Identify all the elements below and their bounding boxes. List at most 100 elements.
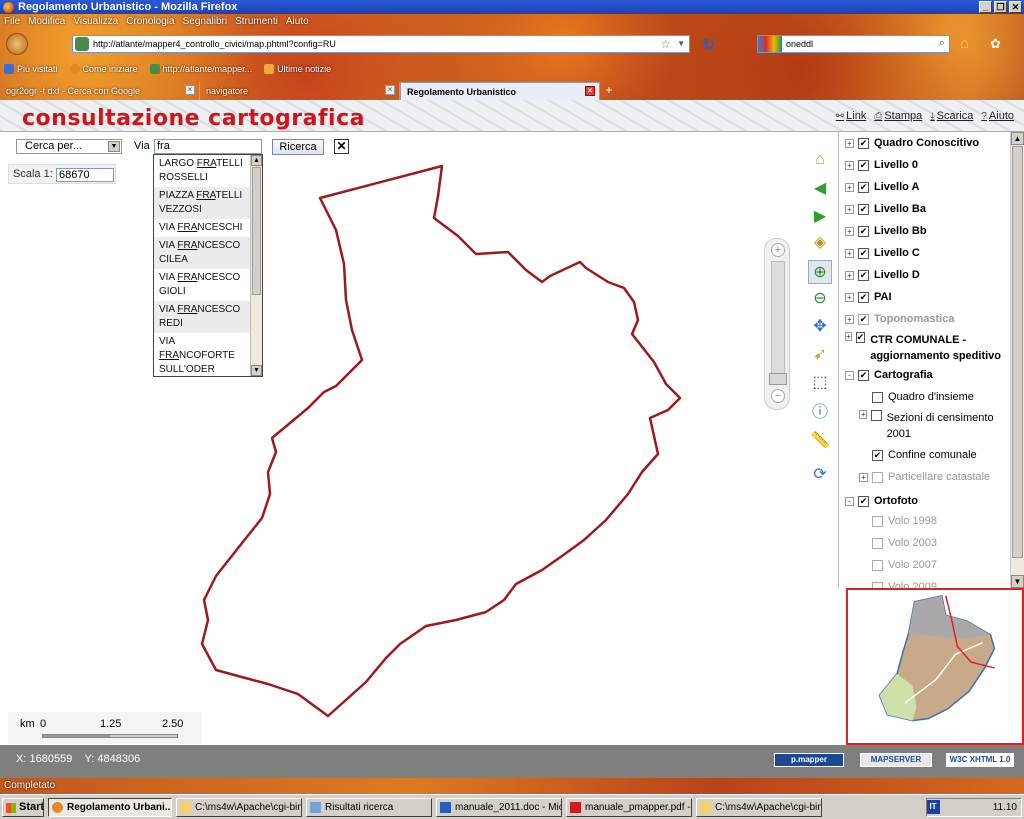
search-icon[interactable]: ⌕ <box>939 37 945 50</box>
layer-checkbox[interactable]: ✔ <box>858 495 869 507</box>
layer-checkbox[interactable]: ✔ <box>858 269 869 281</box>
task-search-results[interactable]: Risultati ricerca <box>306 798 432 817</box>
suggestion-item[interactable]: LARGO FRATELLI ROSSELLI <box>154 155 250 187</box>
clear-search-button[interactable]: ✕ <box>334 139 349 154</box>
map-canvas[interactable] <box>6 160 810 746</box>
url-dropdown-icon[interactable]: ▼ <box>677 39 685 48</box>
layer-checkbox[interactable]: ✔ <box>872 449 883 461</box>
zoom-in-icon[interactable]: ⊕ <box>808 260 832 284</box>
layer-tree-scrollbar[interactable]: ▲ ▼ <box>1010 132 1024 588</box>
print-button[interactable]: ⎙ Stampa <box>874 110 922 122</box>
new-tab-button[interactable]: + <box>600 82 618 100</box>
zoom-selection-icon[interactable]: ◈ <box>808 230 832 254</box>
task-folder-cgi-2[interactable]: C:\ms4w\Apache\cgi-bin... <box>696 798 822 817</box>
scroll-thumb[interactable] <box>1012 146 1023 558</box>
layer-row[interactable]: + ✔ CTR COMUNALE - aggiornamento speditivo <box>845 332 1011 366</box>
mapserver-badge[interactable]: MAPSERVER <box>860 753 932 767</box>
layer-row[interactable]: + ✔ Livello C <box>845 244 1011 262</box>
identify-icon[interactable]: ➹ <box>808 342 832 366</box>
home-icon[interactable]: ⌂ <box>960 35 969 52</box>
full-extent-home-icon[interactable]: ⌂ <box>808 148 832 172</box>
layer-row[interactable]: Quadro d'insieme <box>859 388 1009 406</box>
layer-row[interactable]: + ✔ Livello 0 <box>845 156 1011 174</box>
expand-icon[interactable]: + <box>845 160 854 170</box>
tab-regolamento[interactable]: Regolamento Urbanistico × <box>400 82 600 100</box>
start-button[interactable]: Start <box>2 798 44 817</box>
select-icon[interactable]: ⬚ <box>808 370 832 394</box>
layer-row[interactable]: ✔ Confine comunale <box>859 446 1009 464</box>
layer-row[interactable]: - ✔ Cartografia <box>845 366 1011 384</box>
back-button[interactable] <box>6 33 28 55</box>
zoom-minus-icon[interactable]: − <box>771 389 785 403</box>
zoom-slider[interactable]: + − <box>764 238 790 410</box>
forward-arrow-icon[interactable]: ▶ <box>808 204 832 228</box>
task-folder-cgi[interactable]: C:\ms4w\Apache\cgi-bin <box>176 798 302 817</box>
suggestion-item[interactable]: VIA FRANCESCO REDI <box>154 301 250 333</box>
layer-checkbox[interactable]: ✔ <box>858 247 869 259</box>
bookmark-item[interactable]: http://atlante/mapper... <box>149 62 252 76</box>
bookmark-item[interactable]: Ultime notizie <box>264 62 331 76</box>
task-pdf[interactable]: manuale_pmapper.pdf - A... <box>566 798 692 817</box>
refresh-map-icon[interactable]: ⟳ <box>808 462 832 486</box>
menu-visualizza[interactable]: Visualizza <box>73 16 118 31</box>
help-button[interactable]: ? Aiuto <box>981 110 1014 122</box>
layer-row[interactable]: + ✔ Toponomastica <box>845 310 1011 328</box>
addon-icon[interactable]: ✿ <box>990 36 1001 52</box>
layer-checkbox[interactable] <box>872 515 883 527</box>
bookmark-item[interactable]: Come iniziare <box>69 62 138 76</box>
link-button[interactable]: ⚯ Link <box>836 110 867 122</box>
info-icon[interactable]: ⓘ <box>808 398 832 422</box>
pmapper-badge[interactable]: p.mapper <box>774 753 844 767</box>
layer-checkbox[interactable] <box>872 537 883 549</box>
zoom-out-icon[interactable]: ⊖ <box>808 286 832 310</box>
expand-icon[interactable]: + <box>845 182 854 192</box>
layer-row[interactable]: Volo 2007 <box>859 556 1009 574</box>
menu-aiuto[interactable]: Aiuto <box>286 16 309 31</box>
layer-row[interactable]: + Particellare catastale <box>859 468 1009 486</box>
layer-row[interactable]: Volo 1998 <box>859 512 1009 530</box>
scale-input[interactable]: 68670 <box>56 168 114 182</box>
layer-checkbox[interactable]: ✔ <box>858 137 869 149</box>
scroll-up-icon[interactable]: ▲ <box>251 155 262 166</box>
layer-row[interactable]: + Sezioni di censimento 2001 <box>859 410 1009 444</box>
close-window-button[interactable]: ✕ <box>1009 1 1022 13</box>
menu-segnalibri[interactable]: Segnalibri <box>183 16 227 31</box>
pan-icon[interactable]: ✥ <box>808 314 832 338</box>
zoom-plus-icon[interactable]: + <box>771 243 785 257</box>
layer-row[interactable]: Volo 2009 <box>859 578 1009 588</box>
google-icon[interactable] <box>758 36 782 52</box>
reload-icon[interactable]: ↻ <box>702 35 715 55</box>
layer-row[interactable]: + ✔ Livello Ba <box>845 200 1011 218</box>
collapse-icon[interactable]: - <box>845 496 854 506</box>
layer-row[interactable]: + ✔ Livello D <box>845 266 1011 284</box>
scroll-thumb[interactable] <box>252 167 261 295</box>
layer-checkbox[interactable]: ✔ <box>858 291 869 303</box>
expand-icon[interactable]: + <box>859 472 868 482</box>
expand-icon[interactable]: + <box>859 410 868 419</box>
expand-icon[interactable]: + <box>845 248 854 258</box>
layer-checkbox[interactable]: ✔ <box>858 203 869 215</box>
layer-checkbox[interactable] <box>871 410 882 421</box>
measure-ruler-icon[interactable]: 📏 <box>808 428 832 452</box>
suggestion-item[interactable]: VIA FRANCESCHI <box>154 219 250 237</box>
expand-icon[interactable]: + <box>845 332 852 341</box>
url-bar[interactable]: http://atlante/mapper4_controllo_civici/… <box>72 35 690 53</box>
collapse-icon[interactable]: - <box>845 370 854 380</box>
download-button[interactable]: ⤓ Scarica <box>930 110 973 122</box>
expand-icon[interactable]: + <box>845 204 854 214</box>
menu-modifica[interactable]: Modifica <box>28 16 65 31</box>
search-button[interactable]: Ricerca <box>272 139 324 155</box>
layer-row[interactable]: + ✔ Livello A <box>845 178 1011 196</box>
close-tab-icon[interactable]: × <box>385 85 395 95</box>
close-tab-icon[interactable]: × <box>585 86 595 96</box>
suggestion-item[interactable]: VIA FRANCESCO GIOLI <box>154 269 250 301</box>
chevron-down-icon[interactable]: ▼ <box>108 141 120 152</box>
layer-checkbox[interactable]: ✔ <box>858 369 869 381</box>
street-input[interactable]: fra <box>154 139 262 154</box>
layer-row[interactable]: + ✔ Livello Bb <box>845 222 1011 240</box>
suggestions-scrollbar[interactable]: ▲ ▼ <box>250 155 262 376</box>
scroll-up-icon[interactable]: ▲ <box>1011 132 1024 145</box>
expand-icon[interactable]: + <box>845 138 854 148</box>
layer-checkbox[interactable]: ✔ <box>858 313 869 325</box>
overview-map[interactable] <box>846 588 1024 745</box>
